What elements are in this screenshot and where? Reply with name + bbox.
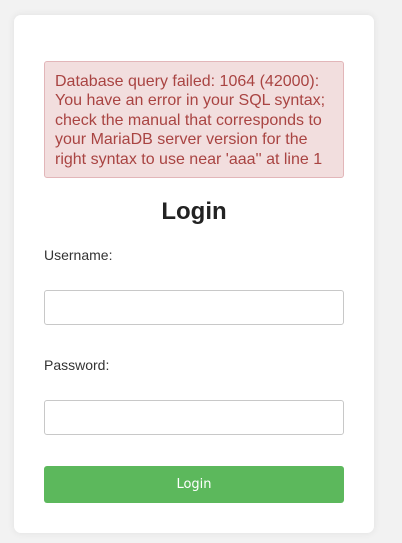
login-button[interactable]: Login — [44, 466, 344, 503]
username-input[interactable] — [44, 290, 344, 325]
username-label: Username: — [44, 247, 113, 263]
password-input[interactable] — [44, 400, 344, 435]
page-title: Login — [161, 198, 227, 225]
error-alert: Database query failed: 1064 (42000): You… — [44, 61, 344, 178]
login-card: Database query failed: 1064 (42000): You… — [14, 15, 374, 533]
password-label: Password: — [44, 357, 110, 373]
